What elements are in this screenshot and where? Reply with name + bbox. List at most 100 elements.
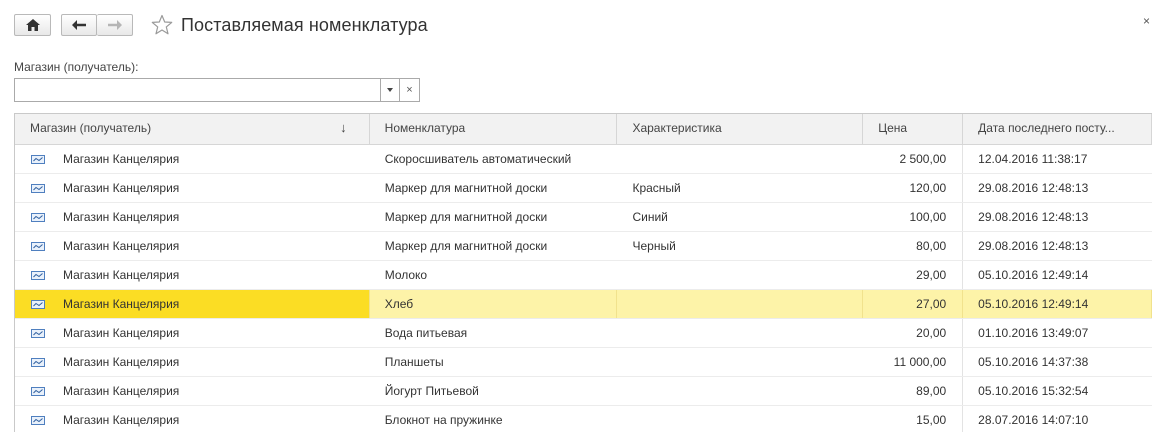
- cell-store: Магазин Канцелярия: [15, 174, 370, 202]
- cell-item: Скоросшиватель автоматический: [384, 152, 572, 166]
- record-icon: [31, 183, 45, 193]
- cell-price: 20,00: [863, 319, 964, 347]
- home-icon: [25, 19, 40, 31]
- cell-item: Йогурт Питьевой: [384, 384, 479, 398]
- cell-characteristic: [617, 319, 863, 347]
- cell-store-label: Магазин Канцелярия: [63, 268, 180, 282]
- cell-price: 27,00: [863, 290, 964, 318]
- cell-characteristic: Черный: [632, 239, 676, 253]
- record-icon: [31, 241, 45, 251]
- sort-desc-icon: ↓: [340, 120, 347, 135]
- cell-price: 80,00: [863, 232, 964, 260]
- cell-last-delivery-date: 05.10.2016 12:49:14: [978, 268, 1089, 282]
- cell-store: Магазин Канцелярия: [15, 203, 370, 231]
- column-header-item[interactable]: Номенклатура: [370, 114, 618, 144]
- cell-characteristic: Красный: [632, 181, 681, 195]
- cell-last-delivery-date: 29.08.2016 12:48:13: [978, 181, 1089, 195]
- chevron-down-icon: [387, 88, 393, 92]
- table-row[interactable]: Магазин Канцелярия Блокнот на пружинке 15,…: [15, 406, 1152, 432]
- record-icon: [31, 270, 45, 280]
- cell-store-label: Магазин Канцелярия: [63, 326, 180, 340]
- cell-characteristic: [617, 145, 863, 173]
- cell-price: 100,00: [863, 203, 964, 231]
- favorite-star-icon[interactable]: [151, 14, 173, 36]
- column-header-characteristic[interactable]: Характеристика: [617, 114, 864, 144]
- cell-store-label: Магазин Канцелярия: [63, 384, 180, 398]
- dropdown-button[interactable]: [380, 78, 400, 102]
- cell-store-label: Магазин Канцелярия: [63, 355, 180, 369]
- arrow-left-icon: [72, 20, 86, 30]
- clear-button[interactable]: ×: [400, 78, 420, 102]
- cell-item: Молоко: [384, 268, 428, 282]
- column-header-label: Магазин (получатель): [30, 121, 152, 135]
- record-icon: [31, 299, 45, 309]
- cell-store: Магазин Канцелярия: [15, 348, 370, 376]
- cell-store-label: Магазин Канцелярия: [63, 239, 180, 253]
- table-row[interactable]: Магазин Канцелярия Йогурт Питьевой 89,00 05…: [15, 377, 1152, 406]
- cell-store: Магазин Канцелярия: [15, 261, 370, 289]
- cell-price: 11 000,00: [863, 348, 964, 376]
- cell-characteristic: [617, 406, 863, 432]
- cell-characteristic: [617, 377, 863, 405]
- history-nav: [61, 14, 133, 36]
- table-row[interactable]: Магазин Канцелярия Вода питьевая 20,00 01.1…: [15, 319, 1152, 348]
- cell-price: 15,00: [863, 406, 964, 432]
- record-icon: [31, 386, 45, 396]
- store-filter-input[interactable]: [14, 78, 380, 102]
- back-button[interactable]: [61, 14, 97, 36]
- cell-store: Магазин Канцелярия: [15, 290, 370, 318]
- cell-characteristic: Синий: [632, 210, 668, 224]
- store-filter: ×: [14, 78, 420, 102]
- page-title: Поставляемая номенклатура: [181, 14, 428, 35]
- cell-last-delivery-date: 05.10.2016 12:49:14: [963, 290, 1152, 318]
- arrow-right-icon: [107, 20, 122, 30]
- cell-price: 29,00: [863, 261, 964, 289]
- home-button[interactable]: [14, 14, 51, 36]
- cell-price: 89,00: [863, 377, 964, 405]
- column-header-store[interactable]: Магазин (получатель) ↓: [15, 114, 370, 144]
- cell-store: Магазин Канцелярия: [15, 145, 370, 173]
- toolbar: Поставляемая номенклатура: [14, 12, 428, 38]
- cell-item: Планшеты: [384, 355, 444, 369]
- column-header-last-delivery-date[interactable]: Дата последнего посту...: [963, 114, 1152, 144]
- cell-item: Маркер для магнитной доски: [384, 210, 548, 224]
- table-row[interactable]: Магазин Канцелярия Хлеб 27,00 05.10.2016 12…: [15, 290, 1152, 319]
- cell-last-delivery-date: 29.08.2016 12:48:13: [978, 210, 1089, 224]
- table-row[interactable]: Магазин Канцелярия Планшеты 11 000,00 05.10…: [15, 348, 1152, 377]
- cell-item: Маркер для магнитной доски: [384, 181, 548, 195]
- table-row[interactable]: Магазин Канцелярия Маркер для магнитной д…: [15, 203, 1152, 232]
- record-icon: [31, 212, 45, 222]
- cell-last-delivery-date: 01.10.2016 13:49:07: [978, 326, 1089, 340]
- forward-button[interactable]: [97, 14, 133, 36]
- cell-store-label: Магазин Канцелярия: [63, 297, 180, 311]
- record-icon: [31, 357, 45, 367]
- record-icon: [31, 328, 45, 338]
- cell-last-delivery-date: 12.04.2016 11:38:17: [978, 152, 1088, 166]
- table-row[interactable]: Магазин Канцелярия Молоко 29,00 05.10.2016 …: [15, 261, 1152, 290]
- cell-store: Магазин Канцелярия: [15, 319, 370, 347]
- cell-last-delivery-date: 28.07.2016 14:07:10: [978, 413, 1089, 427]
- cell-price: 120,00: [863, 174, 964, 202]
- cell-item: Блокнот на пружинке: [384, 413, 503, 427]
- cell-characteristic: [617, 290, 864, 318]
- record-icon: [31, 415, 45, 425]
- table-row[interactable]: Магазин Канцелярия Скоросшиватель автомат…: [15, 145, 1152, 174]
- cell-store: Магазин Канцелярия: [15, 377, 370, 405]
- table-body: Магазин Канцелярия Скоросшиватель автомат…: [15, 145, 1152, 432]
- close-icon[interactable]: ×: [1143, 14, 1150, 28]
- cell-characteristic: [617, 348, 863, 376]
- column-header-price[interactable]: Цена: [863, 114, 964, 144]
- cell-last-delivery-date: 29.08.2016 12:48:13: [978, 239, 1089, 253]
- cell-store-label: Магазин Канцелярия: [63, 210, 180, 224]
- cell-item: Вода питьевая: [384, 326, 468, 340]
- record-icon: [31, 154, 45, 164]
- cell-price: 2 500,00: [863, 145, 964, 173]
- table-row[interactable]: Магазин Канцелярия Маркер для магнитной д…: [15, 174, 1152, 203]
- filter-label: Магазин (получатель):: [14, 60, 139, 74]
- table-row[interactable]: Магазин Канцелярия Маркер для магнитной д…: [15, 232, 1152, 261]
- cell-item: Хлеб: [370, 290, 618, 318]
- cell-store-label: Магазин Канцелярия: [63, 152, 180, 166]
- cell-store: Магазин Канцелярия: [15, 232, 370, 260]
- cell-store-label: Магазин Канцелярия: [63, 413, 180, 427]
- cell-characteristic: [617, 261, 863, 289]
